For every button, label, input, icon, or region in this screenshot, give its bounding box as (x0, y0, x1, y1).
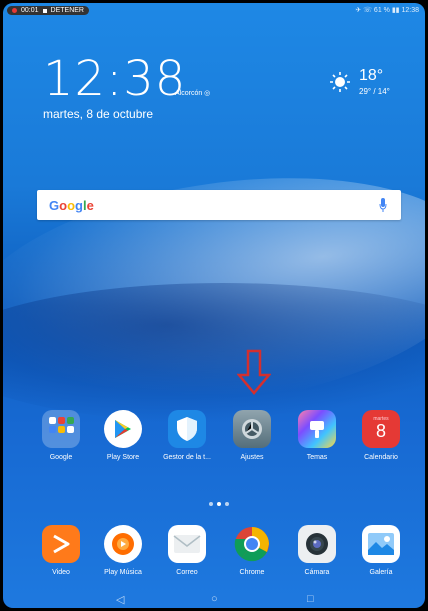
clock-widget-time[interactable]: 12:38 (43, 51, 186, 107)
app-label: Google (49, 454, 73, 461)
gallery-icon (362, 525, 400, 563)
settings-gear-icon (233, 410, 271, 448)
sun-icon (330, 72, 350, 92)
wallpaper-shadow (3, 283, 425, 423)
app-label: Galería (369, 569, 393, 576)
clock-location: Alcorcón ◎ (175, 90, 211, 97)
record-stop-label: DETENER (50, 7, 84, 14)
app-label: Cámara (304, 569, 330, 576)
microphone-icon[interactable] (379, 198, 387, 212)
page-dot (209, 502, 213, 506)
app-camara[interactable]: Cámara (287, 525, 347, 576)
app-temas[interactable]: Temas (287, 410, 347, 461)
weather-range: 29° / 14° (359, 87, 390, 96)
shield-icon (168, 410, 206, 448)
app-label: Gestor de la t... (163, 454, 211, 461)
recents-icon[interactable]: □ (307, 593, 314, 605)
record-dot-icon (12, 8, 17, 13)
app-label: Correo (176, 569, 198, 576)
page-indicator (209, 502, 229, 506)
google-search-bar[interactable]: Google (37, 190, 401, 220)
home-icon[interactable]: ○ (211, 593, 218, 605)
app-gestor[interactable]: Gestor de la t... (157, 410, 217, 461)
clock-date: martes, 8 de octubre (43, 107, 154, 121)
play-music-icon (104, 525, 142, 563)
stop-icon (42, 8, 47, 13)
play-store-icon (104, 410, 142, 448)
status-bar: 00:01 DETENER ✈ ☏ 61 % ▮▮ 12:38 (3, 3, 425, 19)
app-label: Ajustes (240, 454, 264, 461)
app-play-musica[interactable]: Play Música (93, 525, 153, 576)
mail-envelope-icon (168, 525, 206, 563)
app-video[interactable]: Video (31, 525, 91, 576)
down-arrow-annotation-icon (237, 349, 271, 395)
page-dot (225, 502, 229, 506)
camera-icon (298, 525, 336, 563)
folder-icon (42, 410, 80, 448)
navigation-bar: ◁ ○ □ (3, 593, 425, 608)
app-label: Calendario (364, 454, 398, 461)
video-play-icon (42, 525, 80, 563)
page-dot-active (217, 502, 221, 506)
calendar-icon: martes 8 (362, 410, 400, 448)
app-correo[interactable]: Correo (157, 525, 217, 576)
app-chrome[interactable]: Chrome (222, 525, 282, 576)
status-icons: ✈ ☏ 61 % ▮▮ 12:38 (355, 7, 419, 14)
back-icon[interactable]: ◁ (116, 593, 124, 606)
app-label: Video (52, 569, 70, 576)
app-play-store[interactable]: Play Store (93, 410, 153, 461)
calendar-day: 8 (375, 421, 386, 441)
app-label: Chrome (239, 569, 265, 576)
brush-icon (298, 410, 336, 448)
app-label: Play Store (106, 454, 140, 461)
app-galeria[interactable]: Galería (351, 525, 411, 576)
google-logo: Google (49, 197, 94, 213)
weather-temperature[interactable]: 18° (359, 67, 383, 85)
home-screen: 00:01 DETENER ✈ ☏ 61 % ▮▮ 12:38 12:38 Al… (3, 3, 425, 608)
app-calendario[interactable]: martes 8 Calendario (351, 410, 411, 461)
screen-record-chip[interactable]: 00:01 DETENER (7, 6, 89, 15)
record-time: 00:01 (21, 7, 39, 14)
chrome-icon (233, 525, 271, 563)
app-ajustes[interactable]: Ajustes (222, 410, 282, 461)
app-label: Temas (306, 454, 328, 461)
app-label: Play Música (104, 569, 142, 576)
app-google-folder[interactable]: Google (31, 410, 91, 461)
